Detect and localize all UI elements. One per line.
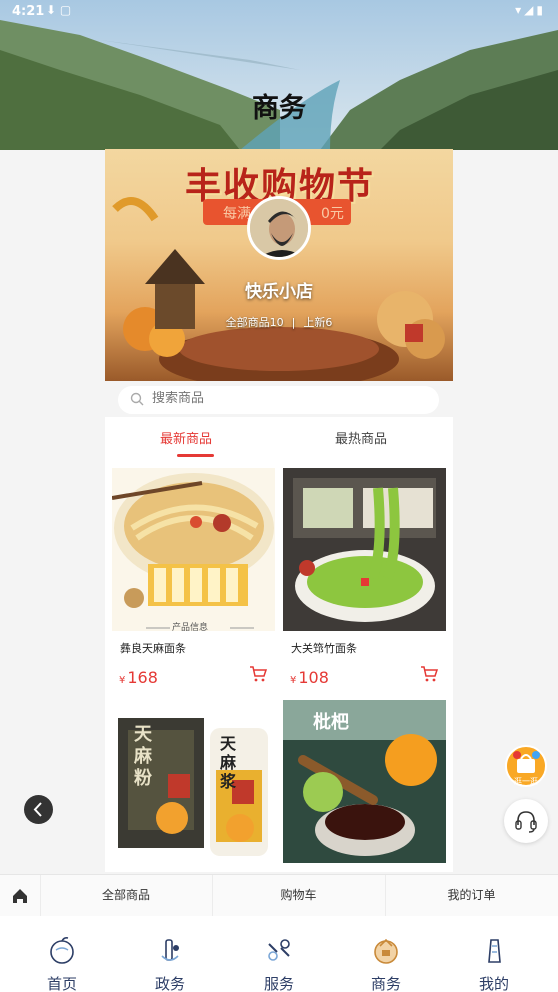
nav-home[interactable]: 首页 [12,916,112,992]
product-image[interactable]: 产品信息 [112,468,275,631]
product-card[interactable]: 天麻粉 天麻浆 [112,700,275,872]
search-icon [130,392,144,406]
header: 4:21 ⬇ ▢ ▾◢▮ 商务 [0,0,558,150]
chevron-left-icon [33,802,42,817]
avatar-portrait-icon [250,199,308,257]
shop-avatar[interactable] [247,196,311,260]
nav-home-label: 首页 [46,975,77,992]
profile-icon [488,939,501,963]
product-name: 大关筇竹面条 [291,642,357,655]
search-input[interactable] [152,391,402,406]
product-card[interactable]: 大关筇竹面条 ¥108 [283,468,446,693]
subnav-all-products[interactable]: 全部商品 [40,875,212,917]
home-fruit-icon [50,937,74,964]
status-bar: 4:21 ⬇ ▢ ▾◢▮ [0,0,558,24]
active-tab-indicator [177,454,214,457]
image-caption: 产品信息 [172,623,209,631]
government-icon [161,939,179,961]
product-card[interactable]: 枇杷 [283,700,446,872]
search-box[interactable] [118,386,439,414]
bottom-navigation: 首页 政务 服务 商务 我的 [0,916,558,992]
product-name: 彝良天麻面条 [120,642,186,655]
subnav-my-orders[interactable]: 我的订单 [385,875,558,917]
product-grid: 产品信息 彝良天麻面条 ¥168 大关筇竹面条 ¥ 108 天麻粉 天麻浆 枇杷 [105,461,453,872]
shop-stats: 全部商品10 | 上新6 [105,314,453,330]
status-time: 4:21 [12,4,45,19]
signal-battery-icons: ▾◢▮ [515,3,546,17]
shop-home-button[interactable] [0,875,40,917]
add-to-cart-icon[interactable] [420,665,438,683]
product-card[interactable]: 产品信息 彝良天麻面条 ¥168 [112,468,275,693]
shopping-bag-icon [513,751,540,773]
product-price: ¥108 [290,668,329,687]
nav-profile[interactable]: 我的 [444,916,544,992]
nav-profile-label: 我的 [478,975,509,992]
shop-name: 快乐小店 [245,282,313,302]
product-image[interactable]: 枇杷 [283,700,446,863]
product-price: ¥168 [119,668,158,687]
product-image[interactable]: 天麻粉 天麻浆 [112,700,275,872]
nav-service[interactable]: 服务 [229,916,329,992]
green-noodles-image [283,468,446,631]
loquat-syrup-image [283,700,446,863]
customer-service-button[interactable] [504,799,548,843]
home-icon [13,889,27,903]
search-bar [105,381,453,417]
back-button[interactable] [24,795,53,824]
product-tabs: 最新商品 最热商品 [105,417,453,461]
browse-shop-label: 逛一逛 [514,777,538,786]
headset-icon [515,811,537,833]
image-brand-text: 天麻粉 [134,724,152,789]
nav-business[interactable]: 商务 [336,916,436,992]
tab-newest[interactable]: 最新商品 [160,428,212,447]
status-notification-icons: ⬇ ▢ [46,3,72,17]
new-products-count[interactable]: 上新6 [303,316,332,329]
business-icon [374,938,398,964]
nav-business-label: 商务 [370,975,401,992]
page-title: 商务 [252,93,306,124]
add-to-cart-icon[interactable] [249,665,267,683]
tab-hottest[interactable]: 最热商品 [335,428,387,447]
image-brand-text-2: 天麻浆 [220,734,237,791]
nav-government[interactable]: 政务 [120,916,220,992]
service-icon [268,939,290,961]
image-brand-text: 枇杷 [313,712,349,733]
shop-subnav: 全部商品 购物车 我的订单 [0,874,558,917]
nav-service-label: 服务 [263,975,294,992]
shop-banner[interactable]: 丰收购物节 每满 0元 快乐小店 全部商品10 | 上新6 [105,149,453,381]
browse-shop-button[interactable]: 逛一逛 [505,745,547,787]
noodle-bowl-image [112,468,275,631]
stats-separator: | [291,316,296,329]
product-image[interactable] [283,468,446,631]
subnav-cart[interactable]: 购物车 [212,875,385,917]
nav-government-label: 政务 [154,975,185,992]
all-products-count[interactable]: 全部商品10 [226,316,284,329]
